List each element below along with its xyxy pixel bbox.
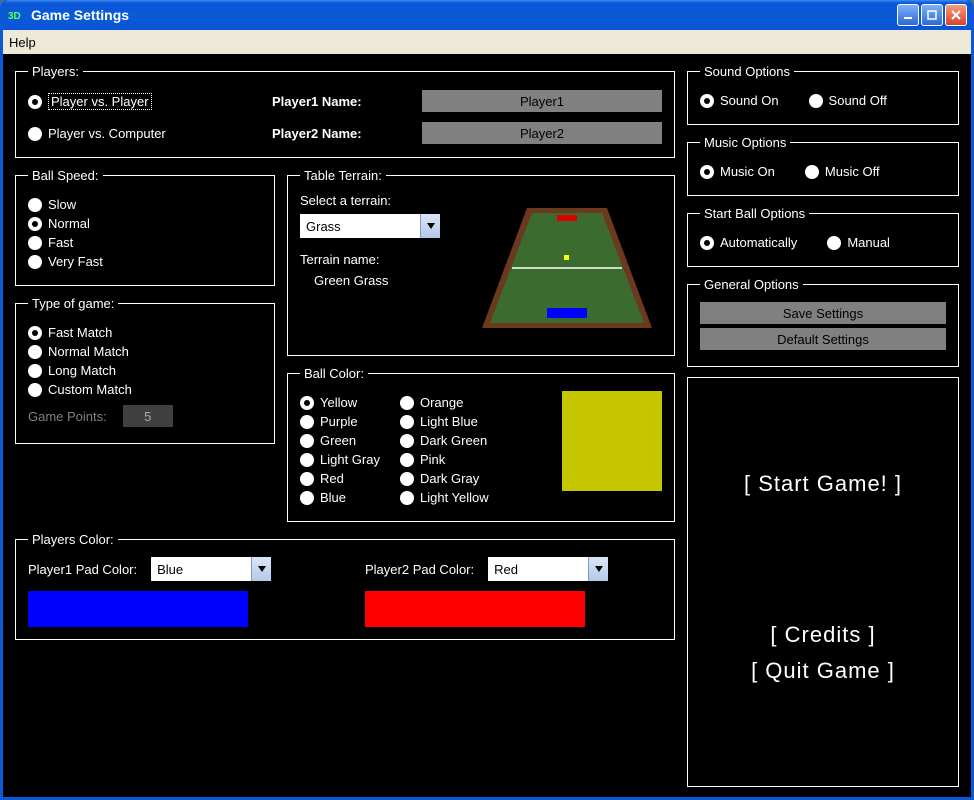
general-group: General Options Save Settings Default Se… (687, 277, 959, 367)
radio-icon (28, 127, 42, 141)
chevron-down-icon (588, 557, 608, 581)
playerscolor-group: Players Color: Player1 Pad Color: Blue (15, 532, 675, 640)
quit-game-button[interactable]: [ Quit Game ] (751, 658, 895, 684)
playerscolor-legend: Players Color: (28, 532, 118, 547)
radio-longmatch[interactable]: Long Match (28, 363, 262, 378)
terrain-group: Table Terrain: Select a terrain: Grass T… (287, 168, 675, 356)
gametype-legend: Type of game: (28, 296, 118, 311)
svg-text:3D: 3D (8, 11, 21, 22)
radio-startball-manual[interactable]: Manual (827, 235, 890, 250)
player2-name-input[interactable]: Player2 (422, 122, 662, 144)
radio-pvp[interactable]: Player vs. Player (28, 93, 248, 110)
sound-group: Sound Options Sound On Sound Off (687, 64, 959, 125)
player2-name-label: Player2 Name: (272, 126, 412, 141)
radio-darkgreen[interactable]: Dark Green (400, 433, 489, 448)
ballspeed-legend: Ball Speed: (28, 168, 103, 183)
radio-sound-on[interactable]: Sound On (700, 93, 779, 108)
radio-normalmatch[interactable]: Normal Match (28, 344, 262, 359)
radio-sound-off[interactable]: Sound Off (809, 93, 887, 108)
terrain-select-label: Select a terrain: (300, 193, 460, 208)
radio-blue[interactable]: Blue (300, 490, 380, 505)
ballcolor-legend: Ball Color: (300, 366, 368, 381)
game-points-input[interactable]: 5 (123, 405, 173, 427)
menu-help[interactable]: Help (9, 35, 36, 50)
radio-lightgray[interactable]: Light Gray (300, 452, 380, 467)
players-group: Players: Player vs. Player Player vs. Co… (15, 64, 675, 158)
startball-group: Start Ball Options Automatically Manual (687, 206, 959, 267)
start-game-button[interactable]: [ Start Game! ] (744, 471, 902, 497)
window-title: Game Settings (31, 7, 129, 23)
p2-pad-label: Player2 Pad Color: (365, 562, 474, 577)
credits-button[interactable]: [ Credits ] (770, 622, 875, 648)
radio-red[interactable]: Red (300, 471, 380, 486)
radio-music-off[interactable]: Music Off (805, 164, 880, 179)
window: 3D Game Settings Help Players: Player vs… (0, 0, 974, 800)
radio-normal[interactable]: Normal (28, 216, 262, 231)
ballspeed-group: Ball Speed: Slow Normal Fast Very Fast (15, 168, 275, 286)
radio-icon (28, 95, 42, 109)
radio-fastmatch[interactable]: Fast Match (28, 325, 262, 340)
menubar: Help (3, 30, 971, 54)
terrain-select[interactable]: Grass (300, 214, 440, 238)
default-settings-button[interactable]: Default Settings (700, 328, 946, 350)
players-legend: Players: (28, 64, 83, 79)
radio-green[interactable]: Green (300, 433, 380, 448)
radio-startball-auto[interactable]: Automatically (700, 235, 797, 250)
titlebar: 3D Game Settings (3, 0, 971, 30)
terrain-name-label: Terrain name: (300, 252, 460, 267)
radio-lightblue[interactable]: Light Blue (400, 414, 489, 429)
player1-name-input[interactable]: Player1 (422, 90, 662, 112)
music-group: Music Options Music On Music Off (687, 135, 959, 196)
radio-orange[interactable]: Orange (400, 395, 489, 410)
p1-pad-swatch (28, 591, 248, 627)
radio-fast[interactable]: Fast (28, 235, 262, 250)
p2-pad-select[interactable]: Red (488, 557, 608, 581)
close-button[interactable] (945, 4, 967, 26)
radio-slow[interactable]: Slow (28, 197, 262, 212)
maximize-button[interactable] (921, 4, 943, 26)
radio-custommatch[interactable]: Custom Match (28, 382, 262, 397)
radio-lightyellow[interactable]: Light Yellow (400, 490, 489, 505)
actions-panel: [ Start Game! ] [ Credits ] [ Quit Game … (687, 377, 959, 787)
radio-purple[interactable]: Purple (300, 414, 380, 429)
player1-name-label: Player1 Name: (272, 94, 412, 109)
chevron-down-icon (420, 214, 440, 238)
app-icon: 3D (7, 6, 25, 24)
terrain-legend: Table Terrain: (300, 168, 386, 183)
p1-pad-label: Player1 Pad Color: (28, 562, 137, 577)
gametype-group: Type of game: Fast Match Normal Match Lo… (15, 296, 275, 444)
terrain-preview (472, 193, 662, 343)
radio-darkgray[interactable]: Dark Gray (400, 471, 489, 486)
terrain-name-value: Green Grass (300, 273, 460, 288)
radio-yellow[interactable]: Yellow (300, 395, 380, 410)
radio-veryfast[interactable]: Very Fast (28, 254, 262, 269)
ballcolor-swatch (562, 391, 662, 491)
radio-pink[interactable]: Pink (400, 452, 489, 467)
minimize-button[interactable] (897, 4, 919, 26)
p1-pad-select[interactable]: Blue (151, 557, 271, 581)
save-settings-button[interactable]: Save Settings (700, 302, 946, 324)
ballcolor-group: Ball Color: Yellow Purple Green Light Gr… (287, 366, 675, 522)
radio-music-on[interactable]: Music On (700, 164, 775, 179)
p2-pad-swatch (365, 591, 585, 627)
chevron-down-icon (251, 557, 271, 581)
radio-pvc[interactable]: Player vs. Computer (28, 126, 248, 141)
game-points-label: Game Points: (28, 409, 107, 424)
